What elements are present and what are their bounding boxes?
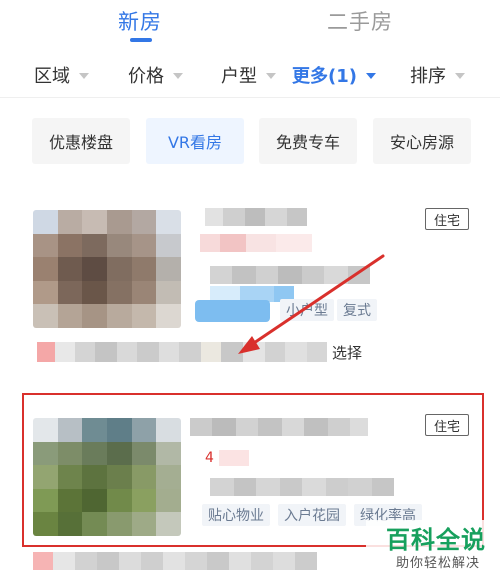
filter-price[interactable]: 价格 (128, 62, 183, 88)
filter-bar: 区域 价格 户型 更多(1) 排序 (0, 52, 500, 98)
tab-second-hand[interactable]: 二手房 (327, 6, 393, 36)
filter-area[interactable]: 区域 (34, 62, 89, 88)
quick-tag-trusted[interactable]: 安心房源 (373, 118, 471, 164)
filter-more[interactable]: 更多(1) (292, 62, 376, 88)
active-tab-indicator (130, 38, 152, 42)
filter-layout[interactable]: 户型 (221, 62, 276, 88)
property-type-badge: 住宅 (425, 208, 469, 230)
quick-tag-discount[interactable]: 优惠楼盘 (32, 118, 130, 164)
filter-more-label: 更多(1) (292, 66, 357, 87)
caret-down-icon (455, 73, 465, 79)
caret-down-icon (365, 73, 376, 79)
filter-price-label: 价格 (128, 66, 164, 87)
filter-sort[interactable]: 排序 (410, 62, 465, 88)
listing-title-redacted (205, 208, 307, 226)
filter-sort-label: 排序 (410, 66, 446, 87)
caret-down-icon (173, 73, 183, 79)
listing-thumbnail (33, 210, 181, 328)
quick-tag-free-shuttle[interactable]: 免费专车 (259, 118, 357, 164)
listing-activity-redacted (33, 552, 317, 570)
annotation-arrow (238, 254, 385, 354)
tab-new-homes[interactable]: 新房 (118, 6, 162, 36)
quick-filter-tags: 优惠楼盘 VR看房 免费专车 安心房源 (0, 118, 500, 166)
top-tab-bar: 新房 二手房 (0, 0, 500, 48)
quick-tag-vr[interactable]: VR看房 (146, 118, 244, 164)
caret-down-icon (79, 73, 89, 79)
filter-area-label: 区域 (34, 66, 70, 87)
caret-down-icon (266, 73, 276, 79)
watermark-title: 百科全说 (386, 526, 486, 554)
watermark-subtitle: 助你轻松解决 (395, 556, 480, 571)
filter-layout-label: 户型 (221, 66, 257, 87)
watermark: 百科全说 助你轻松解决 (366, 520, 486, 576)
